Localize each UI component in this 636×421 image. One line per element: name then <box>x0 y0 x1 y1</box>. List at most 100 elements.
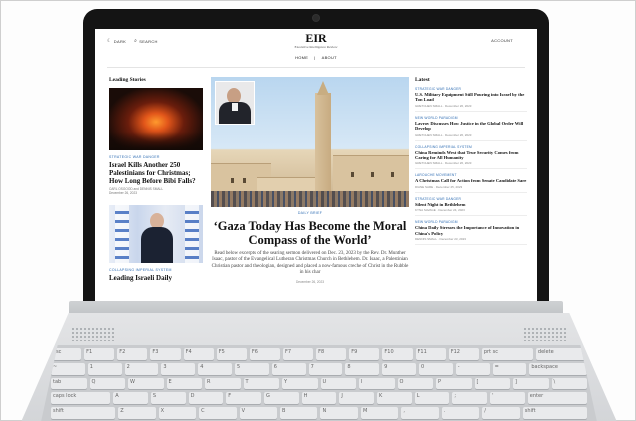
keyboard-row: esc F1 F2 F3 F4 F5 F6 F7 F8 F9 F10 F11 F12 prt sc dele… <box>51 348 587 360</box>
keyboard-key[interactable]: S <box>150 392 186 405</box>
keyboard-key[interactable]: 4 <box>198 362 232 375</box>
keyboard-key[interactable]: tab <box>51 377 87 390</box>
keyboard-key[interactable]: I <box>359 377 395 390</box>
speaker-grille <box>523 327 567 341</box>
keyboard-key[interactable]: 8 <box>345 362 380 375</box>
keyboard-key[interactable]: . <box>441 407 480 419</box>
keyboard-key[interactable]: F10 <box>382 348 413 360</box>
keyboard-key[interactable]: enter <box>527 392 588 405</box>
keyboard-key[interactable]: 1 <box>87 362 122 375</box>
keyboard-key[interactable]: K <box>377 392 412 405</box>
speaker-grille <box>71 327 115 341</box>
keyboard-key[interactable]: Y <box>282 377 318 390</box>
story-headline[interactable]: Israel Kills Another 250 Palestinians fo… <box>109 161 205 185</box>
keyboard-key[interactable]: 7 <box>308 362 343 375</box>
keyboard-key[interactable]: ] <box>513 377 549 390</box>
keyboard-key[interactable]: Z <box>118 407 156 419</box>
latest-item[interactable]: STRATEGIC WAR DANGER U.S. Military Equip… <box>415 83 527 112</box>
latest-item[interactable]: STRATEGIC WAR DANGER Silent Night in Bet… <box>415 193 527 217</box>
keyboard-key[interactable]: R <box>205 377 241 390</box>
keyboard-key[interactable]: 6 <box>271 362 306 375</box>
keyboard-key[interactable]: F8 <box>316 348 347 360</box>
keyboard-key[interactable]: F1 <box>84 348 115 360</box>
keyboard-key[interactable]: \ <box>551 377 587 390</box>
keyboard-key[interactable]: O <box>397 377 433 390</box>
main-nav: HOME | ABOUT <box>95 55 537 65</box>
keyboard-key[interactable]: F7 <box>282 348 314 360</box>
keyboard-key[interactable]: ' <box>490 392 525 405</box>
keyboard-key[interactable]: / <box>482 407 520 419</box>
featured-image-bethlehem[interactable] <box>211 77 409 207</box>
keyboard-key[interactable]: U <box>320 377 356 390</box>
keyboard-key[interactable]: = <box>492 362 527 375</box>
keyboard-key[interactable]: C <box>199 407 237 419</box>
keyboard-key[interactable]: F2 <box>117 348 148 360</box>
story-image-gaza-strike[interactable] <box>109 88 203 150</box>
story-kicker[interactable]: STRATEGIC WAR DANGER <box>109 155 205 159</box>
keyboard-key[interactable]: - <box>455 362 490 375</box>
keyboard-key[interactable]: prt sc <box>481 348 533 360</box>
keyboard-key[interactable]: H <box>301 392 337 405</box>
keyboard-key[interactable]: Q <box>89 377 125 390</box>
story-card[interactable]: COLLAPSING IMPERIAL SYSTEM Leading Israe… <box>109 205 205 286</box>
keyboard-key[interactable]: 9 <box>382 362 416 375</box>
keyboard-key[interactable]: N <box>320 407 358 419</box>
keyboard-key[interactable]: F12 <box>448 348 479 360</box>
keyboard-key[interactable]: ; <box>452 392 488 405</box>
story-byline: CARL OSGOOD and DENNIS SMALL December 26… <box>109 187 164 195</box>
keyboard-key[interactable]: F3 <box>150 348 181 360</box>
keyboard-key[interactable]: X <box>158 407 197 419</box>
keyboard-key[interactable]: A <box>113 392 148 405</box>
keyboard-key[interactable]: shift <box>522 407 587 419</box>
keyboard-key[interactable]: F11 <box>415 348 446 360</box>
latest-item[interactable]: NEW WORLD PARADIGM Lavrov Discusses How … <box>415 112 527 141</box>
keyboard-key[interactable]: backspace <box>529 362 587 375</box>
keyboard-key[interactable]: [ <box>474 377 510 390</box>
nav-divider-line <box>107 67 525 68</box>
story-headline[interactable]: Leading Israeli Daily <box>109 274 205 286</box>
keyboard-key[interactable]: F6 <box>249 348 280 360</box>
leading-stories-title: Leading Stories <box>109 77 146 83</box>
featured-headline[interactable]: ‘Gaza Today Has Become the Moral Compass… <box>211 219 409 247</box>
account-link[interactable]: ACCOUNT <box>491 38 513 43</box>
keyboard-key[interactable]: P <box>436 377 472 390</box>
keyboard-key[interactable]: V <box>239 407 278 419</box>
keyboard-key[interactable]: J <box>339 392 375 405</box>
keyboard-key[interactable]: T <box>243 377 279 390</box>
keyboard-key[interactable]: F5 <box>216 348 247 360</box>
latest-item[interactable]: LAROUCHE MOVEMENT A Christmas Call for A… <box>415 169 527 193</box>
keyboard-row: ~1 2 3 4 5 6 7 8 9 0- = backspace <box>51 362 587 375</box>
keyboard-key[interactable]: F <box>226 392 261 405</box>
nav-home[interactable]: HOME <box>295 55 308 60</box>
keyboard-key[interactable]: 5 <box>234 362 269 375</box>
keyboard-key[interactable]: G <box>263 392 299 405</box>
keyboard-key[interactable]: E <box>166 377 202 390</box>
keyboard-key[interactable]: D <box>188 392 224 405</box>
site-logo[interactable]: EIR Executive Intelligence Review <box>95 31 537 49</box>
keyboard-key[interactable]: F4 <box>183 348 214 360</box>
keyboard-key[interactable]: L <box>414 392 450 405</box>
keyboard-key[interactable]: ~ <box>51 362 85 375</box>
logo-text: EIR <box>305 31 327 45</box>
latest-item[interactable]: NEW WORLD PARADIGM China Daily Stresses … <box>415 216 527 246</box>
keyboard-key[interactable]: W <box>128 377 164 390</box>
laptop-screen: ☾ DARK ⌕ SEARCH EIR Executive Intelligence… <box>95 29 537 305</box>
keyboard-key[interactable]: 3 <box>161 362 196 375</box>
keyboard-key[interactable]: B <box>280 407 318 419</box>
keyboard-key[interactable]: caps lock <box>51 392 111 405</box>
keyboard-key[interactable]: shift <box>51 407 116 419</box>
story-card[interactable]: STRATEGIC WAR DANGER Israel Kills Anothe… <box>109 88 205 195</box>
story-kicker[interactable]: COLLAPSING IMPERIAL SYSTEM <box>109 268 205 272</box>
photo-frame: ☾ DARK ⌕ SEARCH EIR Executive Intelligence… <box>0 0 636 421</box>
keyboard-key[interactable]: F9 <box>349 348 380 360</box>
keyboard-key[interactable]: , <box>401 407 439 419</box>
keyboard-key[interactable]: 2 <box>124 362 159 375</box>
latest-item[interactable]: COLLAPSING IMPERIAL SYSTEM China Reminds… <box>415 141 527 170</box>
featured-kicker[interactable]: DAILY BRIEF <box>211 211 409 215</box>
keyboard-key[interactable]: M <box>360 407 399 419</box>
keyboard-row: caps lock A S D F G H J K L; ' enter <box>51 392 588 405</box>
keyboard-key[interactable]: delete <box>535 348 587 360</box>
keyboard-key[interactable]: 0 <box>418 362 453 375</box>
story-image-netanyahu[interactable] <box>109 205 203 263</box>
nav-about[interactable]: ABOUT <box>322 55 337 60</box>
